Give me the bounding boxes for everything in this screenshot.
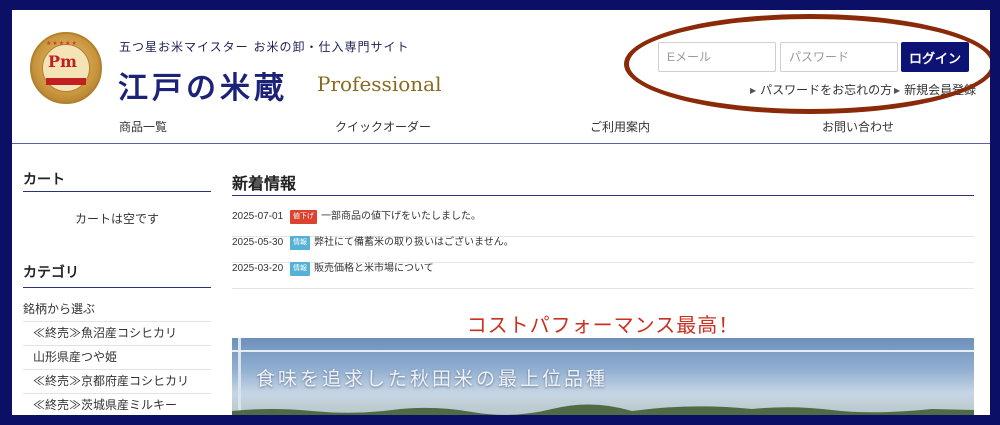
logo-stars: ★★★★★ (46, 40, 78, 47)
login-button[interactable]: ログイン (901, 42, 969, 72)
nav-contact[interactable]: お問い合わせ (822, 118, 894, 135)
news-row[interactable]: 2025-05-30 情報 弊社にて備蓄米の取り扱いはございません。 (232, 236, 974, 263)
category-item[interactable]: ≪終売≫京都府産コシヒカリ (23, 369, 211, 393)
news-row[interactable]: 2025-03-20 情報 販売価格と米市場について (232, 262, 974, 289)
triangle-right-icon: ▶ (894, 86, 901, 95)
site-brand-sub: Professional (317, 72, 442, 96)
nav-quick-order[interactable]: クイックオーダー (335, 118, 431, 135)
triangle-right-icon: ▶ (750, 86, 757, 95)
news-heading: 新着情報 (232, 176, 297, 193)
news-date: 2025-07-01 (232, 211, 284, 222)
promo-banner[interactable]: 食味を追求した秋田米の最上位品種 (232, 338, 974, 415)
site-tagline: 五つ星お米マイスター お米の卸・仕入専門サイト (119, 40, 410, 54)
page-frame: ★★★★★ Pm 五つ星お米マイスター お米の卸・仕入専門サイト 江戸の米蔵 P… (12, 10, 990, 415)
news-divider (232, 195, 974, 196)
news-text: 弊社にて備蓄米の取り扱いはございません。 (314, 237, 514, 248)
email-input[interactable] (658, 42, 776, 72)
news-badge: 情報 (290, 262, 310, 276)
category-item[interactable]: ≪終売≫茨城県産ミルキー (23, 393, 211, 415)
news-date: 2025-03-20 (232, 263, 284, 274)
register-link[interactable]: ▶ 新規会員登録 (894, 81, 976, 98)
banner-trees (232, 404, 974, 415)
banner-line (232, 350, 974, 352)
news-badge: 値下げ (290, 210, 317, 224)
register-label: 新規会員登録 (904, 83, 977, 97)
nav-divider (12, 143, 990, 144)
nav-products[interactable]: 商品一覧 (119, 118, 167, 135)
site-brand[interactable]: 江戸の米蔵 (118, 63, 288, 107)
promo-headline: コストパフォーマンス最高！ (466, 313, 740, 337)
news-badge: 情報 (290, 236, 310, 250)
cart-empty-text: カートは空です (74, 212, 159, 226)
password-input[interactable] (780, 42, 898, 72)
logo-initials: Pm (48, 52, 77, 71)
news-text: 一部商品の値下げをいたしました。 (321, 211, 481, 222)
nav-usage-guide[interactable]: ご利用案内 (590, 118, 650, 135)
logo-badge[interactable]: ★★★★★ Pm (30, 32, 102, 104)
brand-select-label[interactable]: 銘柄から選ぶ (23, 300, 95, 317)
banner-caption: 食味を追求した秋田米の最上位品種 (256, 368, 609, 390)
cart-heading: カート (23, 171, 65, 187)
logo-ribbon (46, 78, 86, 85)
category-heading: カテゴリ (23, 264, 79, 280)
forgot-password-link[interactable]: ▶ パスワードをお忘れの方 (750, 81, 892, 98)
category-item[interactable]: 山形県産つや姫 (23, 345, 211, 369)
news-text: 販売価格と米市場について (314, 263, 434, 274)
forgot-password-label: パスワードをお忘れの方 (760, 83, 893, 97)
cart-divider (23, 191, 211, 192)
news-date: 2025-05-30 (232, 237, 284, 248)
news-row[interactable]: 2025-07-01 値下げ 一部商品の値下げをいたしました。 (232, 210, 974, 237)
category-divider (23, 287, 211, 288)
category-item[interactable]: ≪終売≫魚沼産コシヒカリ (23, 321, 211, 345)
